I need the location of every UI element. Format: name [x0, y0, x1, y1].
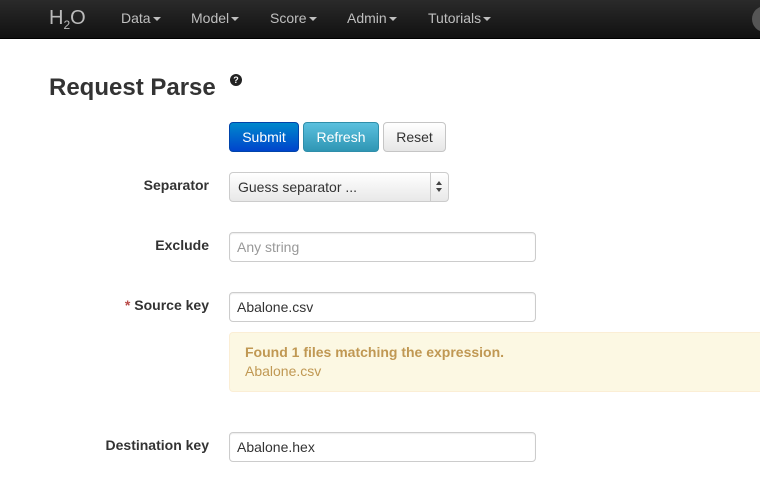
exclude-input[interactable]: [229, 232, 536, 262]
separator-selected-value: Guess separator ...: [238, 179, 358, 195]
brand-main: H: [49, 7, 64, 29]
separator-label: Separator: [143, 177, 209, 193]
h2o-logo[interactable]: H2O: [49, 7, 86, 32]
destination-key-input[interactable]: [229, 432, 536, 462]
refresh-button[interactable]: Refresh: [303, 122, 379, 152]
match-alert: Found 1 files matching the expression. A…: [229, 332, 760, 392]
caret-down-icon: [388, 17, 397, 21]
nav-item-label: Score: [270, 10, 307, 26]
nav-model-menu[interactable]: Model: [191, 10, 240, 26]
nav-tutorials-menu[interactable]: Tutorials: [428, 10, 492, 26]
nav-admin-menu[interactable]: Admin: [347, 10, 397, 26]
nav-data-menu[interactable]: Data: [121, 10, 161, 26]
reset-button[interactable]: Reset: [383, 122, 446, 152]
source-key-label: * Source key: [125, 297, 209, 313]
nav-item-label: Data: [121, 10, 151, 26]
top-navbar: H2O Data Model Score Admin Tutorials: [0, 0, 760, 39]
required-asterisk: *: [124, 297, 131, 313]
matched-file-link[interactable]: Abalone.csv: [245, 363, 753, 379]
source-key-input[interactable]: [229, 292, 536, 322]
caret-down-icon: [483, 17, 492, 21]
select-arrows-icon: [430, 173, 448, 201]
exclude-label: Exclude: [155, 237, 209, 253]
nav-item-label: Model: [191, 10, 230, 26]
caret-down-icon: [152, 17, 161, 21]
nav-item-label: Tutorials: [428, 10, 482, 26]
arrow-up-icon: [436, 181, 442, 185]
caret-down-icon: [308, 17, 317, 21]
user-avatar[interactable]: [752, 6, 760, 32]
destination-key-label: Destination key: [105, 437, 209, 453]
arrow-down-icon: [436, 188, 442, 192]
brand-tail: O: [70, 7, 86, 29]
caret-down-icon: [231, 17, 240, 21]
help-icon[interactable]: ?: [230, 74, 242, 86]
separator-select[interactable]: Guess separator ...: [229, 172, 449, 202]
alert-title: Found 1 files matching the expression.: [245, 344, 505, 360]
submit-button[interactable]: Submit: [229, 122, 299, 152]
page-title: Request Parse: [49, 74, 216, 101]
source-key-label-text: Source key: [134, 297, 209, 313]
nav-score-menu[interactable]: Score: [270, 10, 317, 26]
nav-item-label: Admin: [347, 10, 387, 26]
